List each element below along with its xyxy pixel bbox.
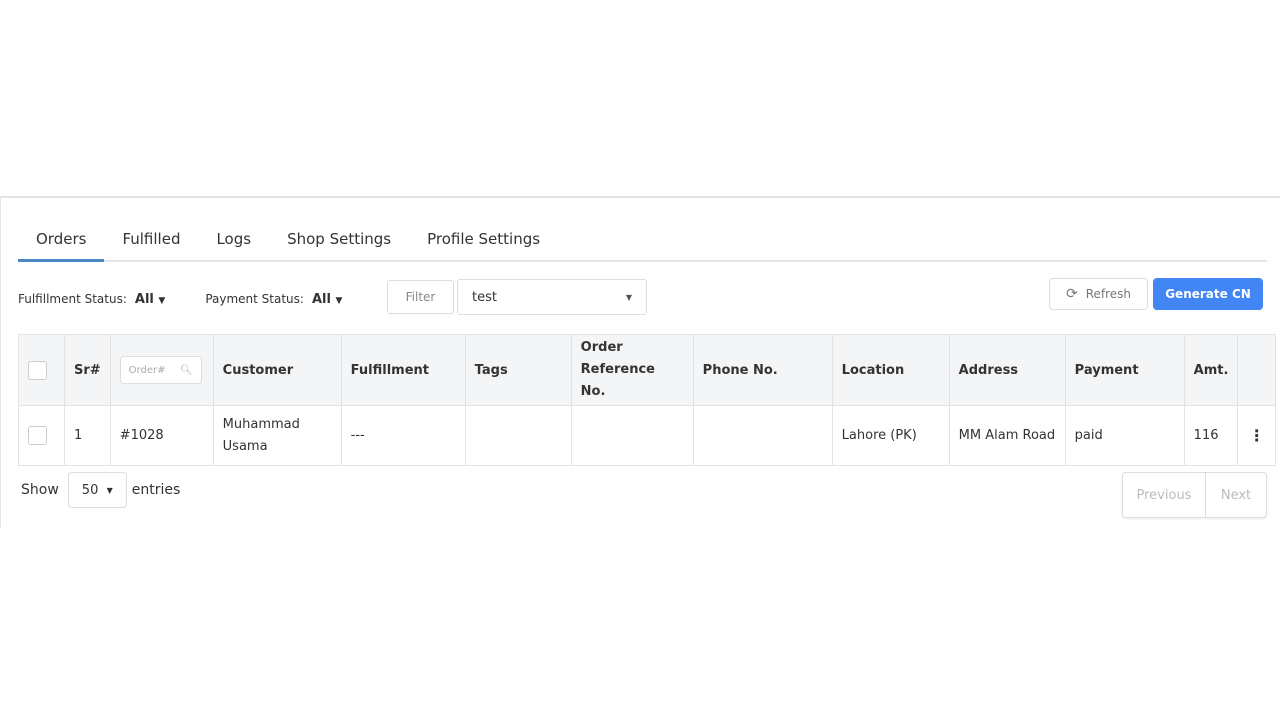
orders-panel: Orders Fulfilled Logs Shop Settings Prof… xyxy=(0,196,1280,528)
cell-amount: 116 xyxy=(1183,405,1239,466)
tab-profile-settings[interactable]: Profile Settings xyxy=(409,228,558,262)
order-search-input[interactable]: Order# 🔍︎ xyxy=(119,356,202,384)
refresh-button[interactable]: ⟳ Refresh xyxy=(1049,278,1148,310)
cell-sr: 1 xyxy=(64,405,111,466)
header-phone: Phone No. xyxy=(692,334,833,406)
generate-cn-button[interactable]: Generate CN xyxy=(1153,278,1263,310)
caret-down-icon: ▼ xyxy=(335,295,343,306)
show-label: Show xyxy=(21,482,59,498)
header-customer: Customer xyxy=(212,334,342,406)
page-length-control: Show 50 ▼ entries xyxy=(21,472,180,508)
header-payment: Payment xyxy=(1064,334,1185,406)
search-icon: 🔍︎ xyxy=(179,364,193,376)
payment-status-value: All xyxy=(311,291,331,307)
header-tags: Tags xyxy=(464,334,572,406)
cell-tags xyxy=(464,405,572,466)
more-options-icon[interactable]: ⋮ xyxy=(1237,405,1276,466)
page-length-select[interactable]: 50 ▼ xyxy=(67,472,127,508)
cell-payment: paid xyxy=(1064,405,1185,466)
table-row[interactable]: 1 #1028 Muhammad Usama --- Lahore (PK) M… xyxy=(18,405,1276,466)
tab-fulfilled[interactable]: Fulfilled xyxy=(104,228,198,262)
pagination: Previous Next xyxy=(1122,472,1267,518)
fulfillment-status-dropdown[interactable]: All ▼ xyxy=(135,292,165,307)
cell-fulfillment: --- xyxy=(340,405,466,466)
previous-button[interactable]: Previous xyxy=(1123,473,1206,517)
fulfillment-status-label: Fulfillment Status: xyxy=(18,292,127,306)
cell-location: Lahore (PK) xyxy=(831,405,950,466)
row-checkbox[interactable] xyxy=(28,426,47,445)
orders-table: Sr# Order# 🔍︎ Customer Fulfillment Tags O… xyxy=(18,334,1276,466)
header-fulfillment: Fulfillment xyxy=(340,334,466,406)
cell-address: MM Alam Road xyxy=(948,405,1066,466)
fulfillment-status-value: All xyxy=(134,291,154,307)
caret-down-icon: ▼ xyxy=(625,292,632,302)
cell-phone xyxy=(692,405,833,466)
filter-select-value: test xyxy=(472,289,497,305)
refresh-icon: ⟳ xyxy=(1065,286,1078,302)
page-length-value: 50 xyxy=(81,482,99,498)
header-location: Location xyxy=(831,334,950,406)
tab-orders[interactable]: Orders xyxy=(18,228,105,262)
cell-customer: Muhammad Usama xyxy=(212,405,342,466)
caret-down-icon: ▼ xyxy=(158,295,166,306)
select-all-checkbox[interactable] xyxy=(28,360,47,380)
tab-shop-settings[interactable]: Shop Settings xyxy=(269,228,409,262)
tab-bar: Orders Fulfilled Logs Shop Settings Prof… xyxy=(18,228,1267,262)
payment-status-label: Payment Status: xyxy=(205,292,304,306)
filter-button[interactable]: Filter xyxy=(387,280,454,314)
entries-label: entries xyxy=(131,482,181,498)
tab-logs[interactable]: Logs xyxy=(198,228,269,262)
filters-bar: Fulfillment Status: All ▼ Payment Status… xyxy=(18,281,382,317)
next-button[interactable]: Next xyxy=(1206,473,1266,517)
caret-down-icon: ▼ xyxy=(106,485,113,495)
header-sr: Sr# xyxy=(64,334,111,406)
order-search-placeholder: Order# xyxy=(128,364,166,376)
header-address: Address xyxy=(948,334,1066,406)
filter-select[interactable]: test ▼ xyxy=(457,279,647,315)
header-order-reference: Order Reference No. xyxy=(570,334,694,406)
cell-ref xyxy=(570,405,694,466)
cell-order[interactable]: #1028 xyxy=(109,405,214,466)
refresh-label: Refresh xyxy=(1085,287,1132,301)
header-amount: Amt. xyxy=(1183,334,1239,406)
table-header-row: Sr# Order# 🔍︎ Customer Fulfillment Tags O… xyxy=(18,334,1276,406)
payment-status-dropdown[interactable]: All ▼ xyxy=(312,292,342,307)
